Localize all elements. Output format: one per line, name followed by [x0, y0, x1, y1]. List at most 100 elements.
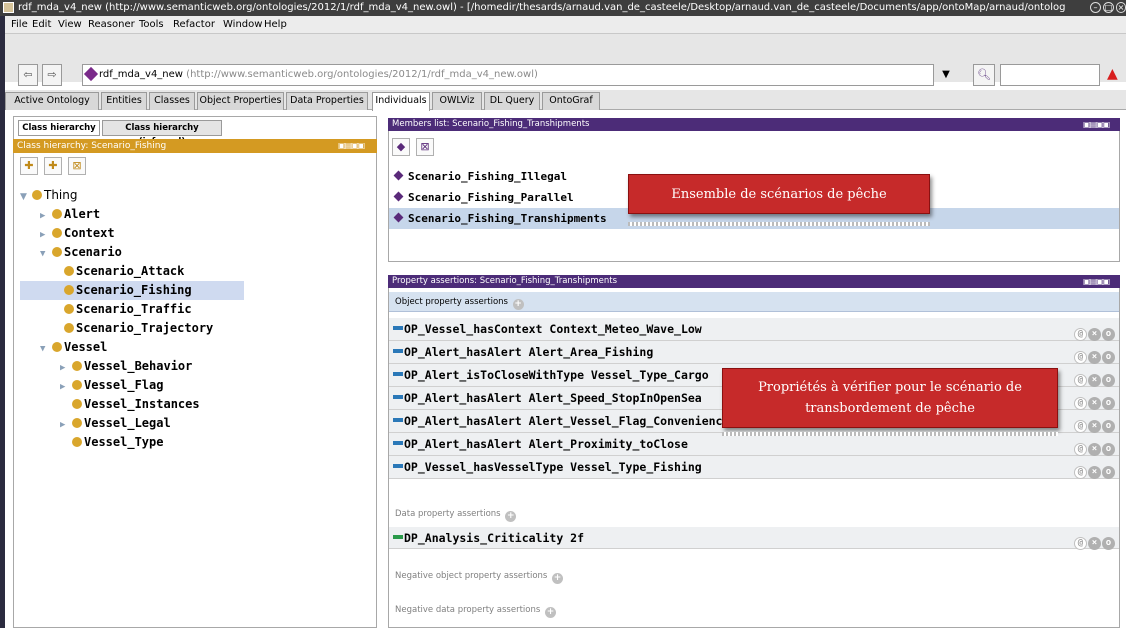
- edit-icon[interactable]: o: [1102, 466, 1115, 479]
- add-data-assertion-icon[interactable]: +: [505, 511, 517, 522]
- warning-icon[interactable]: ▲: [1107, 65, 1121, 83]
- class-icon: [64, 266, 74, 276]
- tab-classes[interactable]: Classes: [149, 92, 195, 110]
- delete-icon[interactable]: ×: [1088, 374, 1101, 387]
- menu-tools[interactable]: Tools: [139, 16, 164, 34]
- edit-icon[interactable]: o: [1102, 351, 1115, 364]
- tab-owlviz[interactable]: OWLViz: [432, 92, 482, 110]
- table-row[interactable]: OP_Alert_hasAlert Alert_Area_Fishing @ × o: [389, 341, 1119, 364]
- view-controls-icon[interactable]: ▣▤▣▣: [1083, 275, 1120, 288]
- edit-icon[interactable]: o: [1102, 374, 1115, 387]
- table-row[interactable]: OP_Vessel_hasContext Context_Meteo_Wave_…: [389, 318, 1119, 341]
- menu-bar: File Edit View Reasoner Tools Refactor W…: [5, 16, 1126, 34]
- delete-icon[interactable]: ×: [1088, 443, 1101, 456]
- delete-icon[interactable]: ×: [1088, 466, 1101, 479]
- maximize-icon[interactable]: □: [1103, 2, 1114, 13]
- delete-icon[interactable]: ×: [1088, 537, 1101, 550]
- tree-item-alert[interactable]: ▶ Alert: [20, 205, 370, 224]
- add-individual-icon[interactable]: ◆: [392, 138, 410, 156]
- edit-icon[interactable]: o: [1102, 443, 1115, 456]
- tree-item-vessel-flag[interactable]: ▶ Vessel_Flag: [20, 376, 370, 395]
- class-icon: [32, 190, 42, 200]
- tree-item-scenario-trajectory[interactable]: Scenario_Trajectory: [20, 319, 370, 338]
- search-input[interactable]: [1000, 64, 1100, 86]
- table-row[interactable]: OP_Alert_hasAlert Alert_Proximity_toClos…: [389, 433, 1119, 456]
- tree-item-vessel-behavior[interactable]: ▶ Vessel_Behavior: [20, 357, 370, 376]
- annotate-icon[interactable]: @: [1074, 443, 1087, 456]
- annotate-icon[interactable]: @: [1074, 328, 1087, 341]
- view-controls-icon[interactable]: ▣▤▣▣: [338, 139, 376, 153]
- row-controls: @ × o: [1073, 367, 1115, 387]
- add-subclass-icon[interactable]: ✚: [20, 157, 38, 175]
- data-property-icon: [393, 535, 403, 539]
- menu-help[interactable]: Help: [264, 16, 287, 34]
- menu-view[interactable]: View: [58, 16, 82, 34]
- menu-refactor[interactable]: Refactor: [173, 16, 215, 34]
- back-arrow-icon[interactable]: ⇦: [18, 64, 38, 86]
- object-property-icon: [393, 349, 403, 353]
- add-sibling-class-icon[interactable]: ✚: [44, 157, 62, 175]
- menu-file[interactable]: File: [11, 16, 28, 34]
- tree-item-thing[interactable]: ▼ Thing: [20, 186, 370, 205]
- edit-icon[interactable]: o: [1102, 420, 1115, 433]
- forward-arrow-icon[interactable]: ⇨: [42, 64, 62, 86]
- annotate-icon[interactable]: @: [1074, 397, 1087, 410]
- tab-dl-query[interactable]: DL Query: [484, 92, 540, 110]
- annotate-icon[interactable]: @: [1074, 420, 1087, 433]
- delete-icon[interactable]: ×: [1088, 420, 1101, 433]
- tab-active-ontology[interactable]: Active Ontology: [5, 92, 99, 110]
- window-title: rdf_mda_v4_new (http://www.semanticweb.o…: [18, 2, 1066, 13]
- table-row[interactable]: DP_Analysis_Criticality 2f @ × o: [389, 527, 1119, 550]
- tree-item-context[interactable]: ▶ Context: [20, 224, 370, 243]
- tree-item-vessel[interactable]: ▼ Vessel: [20, 338, 370, 357]
- minimize-icon[interactable]: –: [1090, 2, 1101, 13]
- tab-data-properties[interactable]: Data Properties: [286, 92, 368, 110]
- menu-reasoner[interactable]: Reasoner: [88, 16, 135, 34]
- negative-data-property-assertions-section: Negative data property assertions +: [395, 605, 556, 618]
- delete-icon[interactable]: ×: [1088, 397, 1101, 410]
- object-property-icon: [393, 372, 403, 376]
- subtab-class-hierarchy[interactable]: Class hierarchy: [18, 120, 100, 136]
- annotate-icon[interactable]: @: [1074, 374, 1087, 387]
- close-icon[interactable]: ×: [1116, 2, 1126, 13]
- annotate-icon[interactable]: @: [1074, 537, 1087, 550]
- subtab-class-hierarchy-inferred[interactable]: Class hierarchy (inferred): [102, 120, 222, 147]
- delete-class-icon[interactable]: ⊠: [68, 157, 86, 175]
- menu-edit[interactable]: Edit: [32, 16, 51, 34]
- chevron-down-icon[interactable]: ▼: [938, 64, 954, 86]
- expanded-triangle-icon: ▼: [20, 192, 27, 202]
- add-object-assertion-icon[interactable]: +: [512, 299, 524, 310]
- edit-icon[interactable]: o: [1102, 537, 1115, 550]
- collapsed-triangle-icon: ▶: [60, 420, 66, 430]
- delete-individual-icon[interactable]: ⊠: [416, 138, 434, 156]
- properties-annotation-box: Propriétés à vérifier pour le scénario d…: [722, 368, 1058, 428]
- add-negative-data-assertion-icon[interactable]: +: [545, 607, 556, 618]
- tree-item-vessel-legal[interactable]: ▶ Vessel_Legal: [20, 414, 370, 433]
- window-title-bar: rdf_mda_v4_new (http://www.semanticweb.o…: [0, 0, 1126, 16]
- tree-item-scenario-fishing[interactable]: Scenario_Fishing: [20, 281, 244, 300]
- search-icon[interactable]: 🔍︎: [973, 64, 995, 86]
- class-icon: [72, 418, 82, 428]
- table-row[interactable]: OP_Vessel_hasVesselType Vessel_Type_Fish…: [389, 456, 1119, 479]
- delete-icon[interactable]: ×: [1088, 328, 1101, 341]
- tree-item-scenario[interactable]: ▼ Scenario: [20, 243, 370, 262]
- tree-item-vessel-instances[interactable]: Vessel_Instances: [20, 395, 370, 414]
- tab-individuals[interactable]: Individuals: [372, 92, 430, 111]
- class-icon: [72, 361, 82, 371]
- tab-object-properties[interactable]: Object Properties: [197, 92, 284, 110]
- annotate-icon[interactable]: @: [1074, 466, 1087, 479]
- tree-item-scenario-traffic[interactable]: Scenario_Traffic: [20, 300, 370, 319]
- view-controls-icon[interactable]: ▣▤▣▣: [1083, 118, 1120, 131]
- class-icon: [64, 285, 74, 295]
- tab-entities[interactable]: Entities: [101, 92, 147, 110]
- tab-ontograf[interactable]: OntoGraf: [542, 92, 600, 110]
- menu-window[interactable]: Window: [223, 16, 262, 34]
- tree-item-scenario-attack[interactable]: Scenario_Attack: [20, 262, 370, 281]
- annotate-icon[interactable]: @: [1074, 351, 1087, 364]
- edit-icon[interactable]: o: [1102, 328, 1115, 341]
- ontology-address-field[interactable]: rdf_mda_v4_new (http://www.semanticweb.o…: [82, 64, 934, 86]
- edit-icon[interactable]: o: [1102, 397, 1115, 410]
- tree-item-vessel-type[interactable]: Vessel_Type: [20, 433, 370, 452]
- add-negative-object-assertion-icon[interactable]: +: [552, 573, 564, 584]
- delete-icon[interactable]: ×: [1088, 351, 1101, 364]
